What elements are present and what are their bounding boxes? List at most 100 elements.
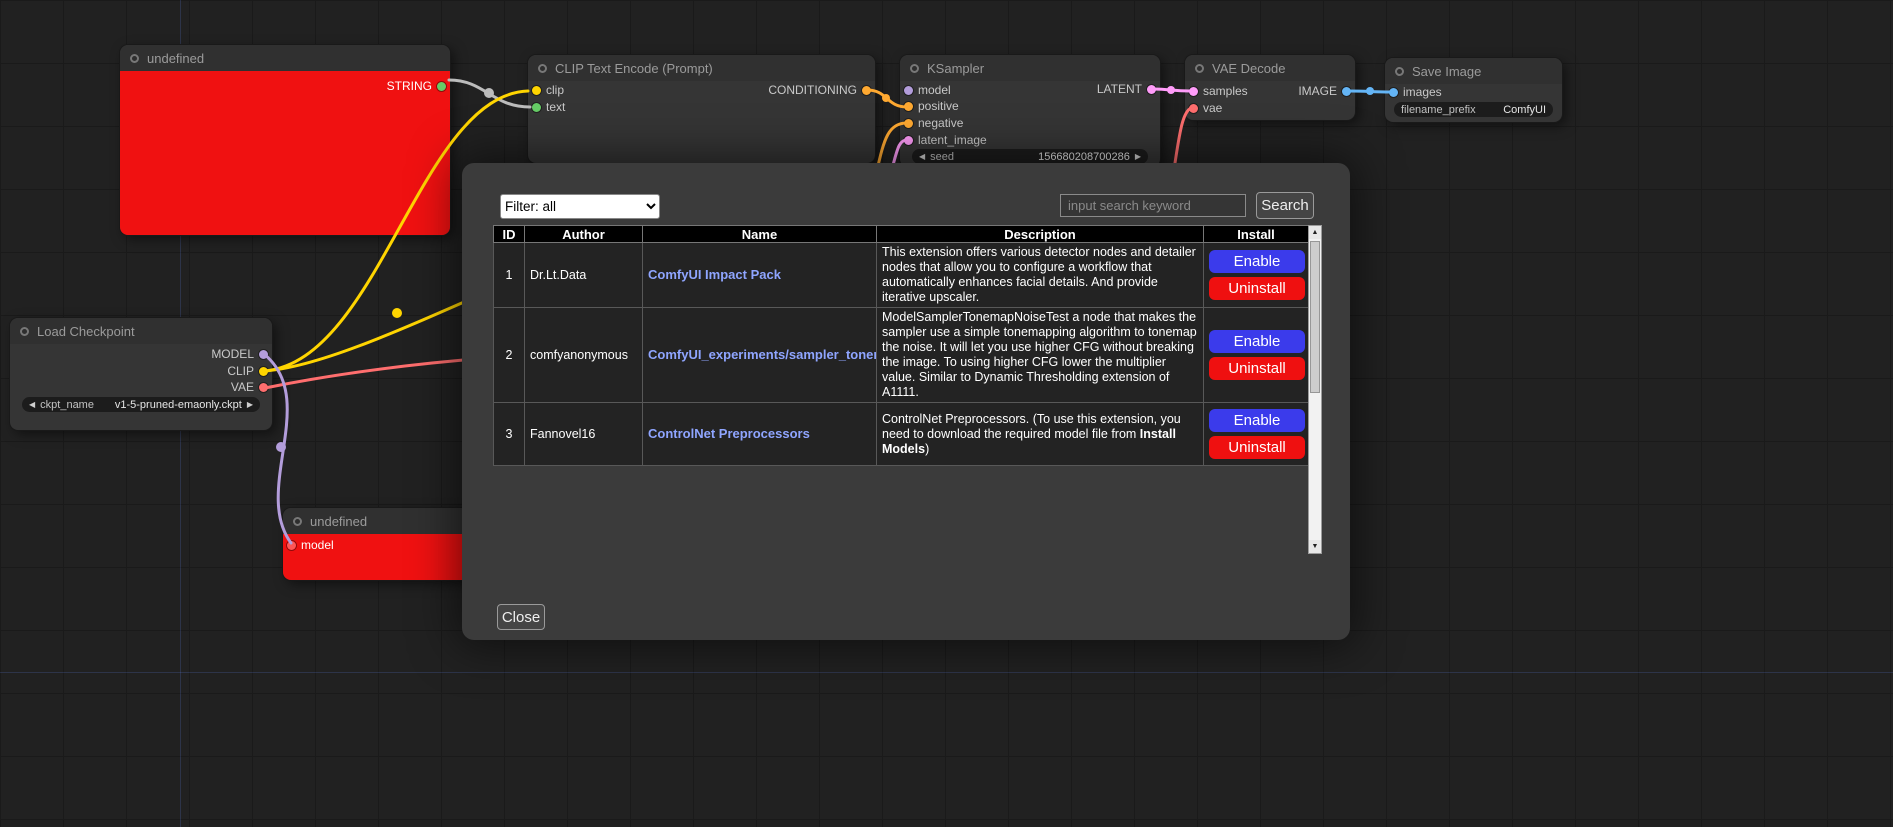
collapse-dot-icon[interactable] xyxy=(910,64,919,73)
node-title-bar[interactable]: VAE Decode xyxy=(1185,55,1355,81)
node-load-checkpoint[interactable]: Load Checkpoint MODEL CLIP VAE ◀ ckpt_na… xyxy=(10,318,272,430)
table-header-row: ID Author Name Description Install xyxy=(494,226,1309,243)
table-row: 2 comfyanonymous ComfyUI_experiments/sam… xyxy=(494,308,1309,403)
output-slot-string: STRING xyxy=(387,79,446,93)
collapse-dot-icon[interactable] xyxy=(130,54,139,63)
image-output-dot[interactable] xyxy=(1342,87,1351,96)
clip-input-dot[interactable] xyxy=(532,86,541,95)
images-input-dot[interactable] xyxy=(1389,88,1398,97)
uninstall-button[interactable]: Uninstall xyxy=(1209,277,1305,300)
widget-increment-icon[interactable]: ▶ xyxy=(1135,152,1141,161)
input-slot-negative: negative xyxy=(904,116,963,130)
ckpt-name-widget[interactable]: ◀ ckpt_name v1-5-pruned-emaonly.ckpt ▶ xyxy=(22,397,260,412)
header-install: Install xyxy=(1204,226,1309,243)
description-text: ModelSamplerTonemapNoiseTest a node that… xyxy=(882,310,1197,399)
node-vae-decode[interactable]: VAE Decode samples vae IMAGE xyxy=(1185,55,1355,120)
enable-button[interactable]: Enable xyxy=(1209,330,1305,353)
cell-id: 1 xyxy=(494,243,525,308)
canvas-axis-horizontal xyxy=(0,672,1893,673)
model-input-dot[interactable] xyxy=(287,541,296,550)
node-title-bar[interactable]: KSampler xyxy=(900,55,1160,81)
slot-label: LATENT xyxy=(1097,82,1142,96)
slot-label: text xyxy=(546,100,565,114)
cell-author: Fannovel16 xyxy=(525,403,643,466)
input-slot-latent-image: latent_image xyxy=(904,133,987,147)
node-title-bar[interactable]: CLIP Text Encode (Prompt) xyxy=(528,55,875,81)
filename-prefix-widget[interactable]: filename_prefix ComfyUI xyxy=(1394,102,1553,117)
search-input[interactable] xyxy=(1060,194,1246,217)
model-output-dot[interactable] xyxy=(259,350,268,359)
input-slot-positive: positive xyxy=(904,99,959,113)
slot-label: images xyxy=(1403,85,1442,99)
vae-input-dot[interactable] xyxy=(1189,104,1198,113)
conditioning-output-dot[interactable] xyxy=(862,86,871,95)
description-text: This extension offers various detector n… xyxy=(882,245,1196,304)
output-slot-vae: VAE xyxy=(231,380,268,394)
widget-decrement-icon[interactable]: ◀ xyxy=(29,400,35,409)
cell-author: comfyanonymous xyxy=(525,308,643,403)
input-slot-vae: vae xyxy=(1189,101,1222,115)
model-input-dot[interactable] xyxy=(904,86,913,95)
collapse-dot-icon[interactable] xyxy=(293,517,302,526)
collapse-dot-icon[interactable] xyxy=(1195,64,1204,73)
extension-link[interactable]: ControlNet Preprocessors xyxy=(648,426,810,441)
widget-decrement-icon[interactable]: ◀ xyxy=(919,152,925,161)
node-title-bar[interactable]: Save Image xyxy=(1385,58,1562,84)
collapse-dot-icon[interactable] xyxy=(20,327,29,336)
search-button[interactable]: Search xyxy=(1256,192,1314,219)
positive-input-dot[interactable] xyxy=(904,102,913,111)
input-slot-clip: clip xyxy=(532,83,564,97)
node-title: CLIP Text Encode (Prompt) xyxy=(555,61,713,76)
input-slot-samples: samples xyxy=(1189,84,1248,98)
clip-output-dot[interactable] xyxy=(259,367,268,376)
scrollbar-thumb[interactable] xyxy=(1310,241,1320,393)
widget-increment-icon[interactable]: ▶ xyxy=(247,400,253,409)
output-slot-clip: CLIP xyxy=(227,364,268,378)
string-output-dot[interactable] xyxy=(437,82,446,91)
enable-button[interactable]: Enable xyxy=(1209,250,1305,273)
slot-label: model xyxy=(301,538,334,552)
uninstall-button[interactable]: Uninstall xyxy=(1209,436,1305,459)
collapse-dot-icon[interactable] xyxy=(538,64,547,73)
node-save-image[interactable]: Save Image images filename_prefix ComfyU… xyxy=(1385,58,1562,122)
node-clip-text-encode[interactable]: CLIP Text Encode (Prompt) clip text COND… xyxy=(528,55,875,163)
extension-table: ID Author Name Description Install 1 Dr.… xyxy=(493,225,1309,466)
node-ksampler[interactable]: KSampler model positive negative latent_… xyxy=(900,55,1160,167)
header-name: Name xyxy=(643,226,877,243)
node-title: Save Image xyxy=(1412,64,1481,79)
negative-input-dot[interactable] xyxy=(904,119,913,128)
enable-button[interactable]: Enable xyxy=(1209,409,1305,432)
widget-label: filename_prefix xyxy=(1401,104,1476,116)
input-slot-images: images xyxy=(1389,85,1442,99)
node-title: undefined xyxy=(310,514,367,529)
extension-link[interactable]: ComfyUI Impact Pack xyxy=(648,267,781,282)
cell-description: ModelSamplerTonemapNoiseTest a node that… xyxy=(877,308,1204,403)
vae-output-dot[interactable] xyxy=(259,383,268,392)
slot-label: model xyxy=(918,83,951,97)
seed-widget[interactable]: ◀ seed 156680208700286 ▶ xyxy=(912,149,1148,164)
description-text: ) xyxy=(925,442,929,456)
uninstall-button[interactable]: Uninstall xyxy=(1209,357,1305,380)
node-body: STRING xyxy=(120,71,450,235)
latent-output-dot[interactable] xyxy=(1147,85,1156,94)
node-title-bar[interactable]: undefined xyxy=(120,45,450,71)
node-undefined-top[interactable]: undefined STRING xyxy=(120,45,450,235)
table-row: 1 Dr.Lt.Data ComfyUI Impact Pack This ex… xyxy=(494,243,1309,308)
input-slot-model: model xyxy=(287,538,334,552)
samples-input-dot[interactable] xyxy=(1189,87,1198,96)
cell-author: Dr.Lt.Data xyxy=(525,243,643,308)
input-slot-model: model xyxy=(904,83,951,97)
collapse-dot-icon[interactable] xyxy=(1395,67,1404,76)
table-scrollbar[interactable]: ▲ ▼ xyxy=(1308,225,1322,554)
widget-value: 156680208700286 xyxy=(1038,151,1130,163)
node-title-bar[interactable]: Load Checkpoint xyxy=(10,318,272,344)
text-input-dot[interactable] xyxy=(532,103,541,112)
scroll-down-icon[interactable]: ▼ xyxy=(1309,540,1321,553)
scroll-up-icon[interactable]: ▲ xyxy=(1309,226,1321,239)
latent-image-input-dot[interactable] xyxy=(904,136,913,145)
node-title: Load Checkpoint xyxy=(37,324,135,339)
slot-label: positive xyxy=(918,99,959,113)
close-button[interactable]: Close xyxy=(497,604,545,630)
extension-link[interactable]: ComfyUI_experiments/sampler_tonemap xyxy=(648,347,877,362)
filter-select[interactable]: Filter: all xyxy=(500,194,660,219)
